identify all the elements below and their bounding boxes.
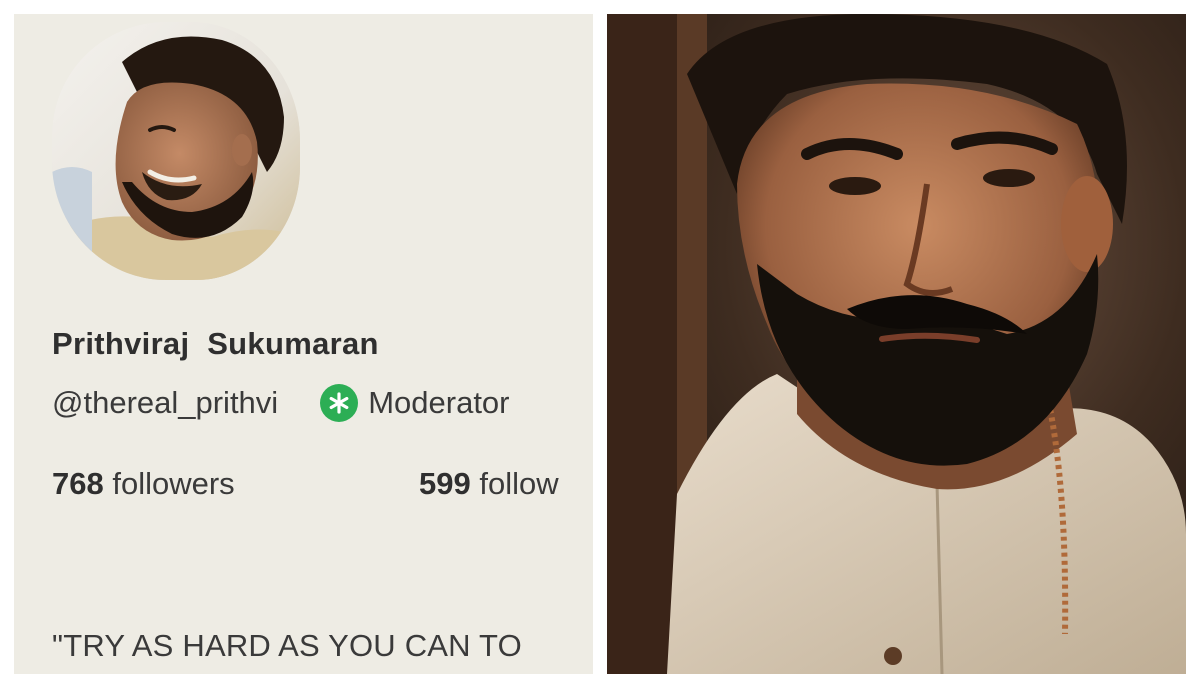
role-label: Moderator — [368, 385, 510, 420]
following-count-link[interactable]: 599 follow — [419, 466, 559, 502]
portrait-illustration — [607, 14, 1186, 674]
composite-image: Prithviraj Sukumaran @thereal_prithvi Mo… — [0, 0, 1200, 674]
display-name: Prithviraj Sukumaran — [52, 326, 379, 361]
profile-card: Prithviraj Sukumaran @thereal_prithvi Mo… — [14, 14, 593, 674]
profile-bio: "TRY AS HARD AS YOU CAN TO — [52, 628, 522, 663]
role-badge: Moderator — [320, 384, 510, 422]
avatar-photo — [52, 22, 300, 280]
portrait-photo — [607, 14, 1186, 674]
stat-count: 599 — [419, 466, 471, 501]
followers-count-link[interactable]: 768 followers — [52, 466, 235, 502]
handle-row: @thereal_prithvi Moderator — [52, 382, 510, 424]
stat-count: 768 — [52, 466, 104, 501]
username-handle[interactable]: @thereal_prithvi — [52, 385, 278, 421]
stat-label: followers — [112, 466, 235, 501]
stat-label: follow — [479, 466, 559, 501]
asterisk-icon — [320, 384, 359, 422]
avatar[interactable] — [52, 22, 300, 280]
